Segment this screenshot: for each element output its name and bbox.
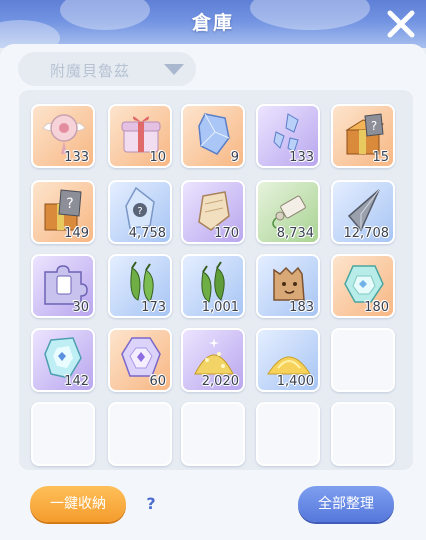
inventory-slot[interactable]: 2,020 [181, 328, 245, 392]
inventory-slot[interactable]: 1,400 [256, 328, 320, 392]
close-button[interactable] [384, 7, 418, 41]
empty-slot[interactable] [256, 402, 320, 466]
inventory-slot[interactable]: 1,001 [181, 254, 245, 318]
inventory-slot[interactable]: 9 [181, 104, 245, 168]
item-count: 30 [72, 300, 89, 315]
item-count: 142 [64, 374, 89, 389]
item-count: 173 [141, 300, 166, 315]
inventory-slot[interactable]: 142 [31, 328, 95, 392]
inventory-slot[interactable]: 60 [108, 328, 172, 392]
inventory-slot[interactable]: ? 15 [331, 104, 395, 168]
item-count: 4,758 [128, 226, 166, 241]
svg-text:?: ? [371, 119, 377, 133]
inventory-slot[interactable]: ? 4,758 [108, 180, 172, 244]
empty-slot[interactable] [108, 402, 172, 466]
item-count: 2,020 [201, 374, 239, 389]
inventory-slot[interactable]: ? 149 [31, 180, 95, 244]
inventory-slot[interactable]: 30 [31, 254, 95, 318]
item-count: 170 [214, 226, 239, 241]
item-count: 183 [289, 300, 314, 315]
page-title: 倉庫 [191, 12, 234, 34]
empty-slot[interactable] [31, 402, 95, 466]
chevron-down-icon [164, 64, 184, 75]
inventory-slot[interactable]: 180 [331, 254, 395, 318]
item-count: 180 [364, 300, 389, 315]
inventory-slot[interactable]: 133 [256, 104, 320, 168]
inventory-slot[interactable]: 183 [256, 254, 320, 318]
inventory-slot[interactable]: 170 [181, 180, 245, 244]
item-count: 15 [372, 150, 389, 165]
item-count: 1,400 [276, 374, 314, 389]
inventory-slot[interactable]: 10 [108, 104, 172, 168]
item-count: 149 [64, 226, 89, 241]
inventory-slot[interactable]: 173 [108, 254, 172, 318]
inventory-grid: 133 10 9 133 ? 15 ? 149 ? 4,758 170 8,73… [19, 90, 413, 470]
category-dropdown[interactable]: 附魔貝魯茲 [18, 52, 196, 86]
inventory-slot[interactable]: 133 [31, 104, 95, 168]
item-count: 9 [230, 150, 239, 165]
svg-text:?: ? [66, 196, 73, 212]
item-count: 133 [64, 150, 89, 165]
item-count: 12,708 [343, 226, 390, 241]
inventory-slot[interactable]: 12,708 [331, 180, 395, 244]
sort-all-button[interactable]: 全部整理 [298, 486, 394, 522]
empty-slot[interactable] [331, 402, 395, 466]
help-icon[interactable]: ? [141, 494, 161, 514]
item-count: 1,001 [201, 300, 239, 315]
item-count: 133 [289, 150, 314, 165]
item-count: 60 [149, 374, 166, 389]
svg-text:?: ? [137, 206, 142, 217]
item-count: 8,734 [276, 226, 314, 241]
store-all-button[interactable]: 一鍵收納 [30, 486, 126, 522]
close-icon [387, 10, 415, 38]
inventory-slot[interactable]: 8,734 [256, 180, 320, 244]
item-count: 10 [149, 150, 166, 165]
dropdown-value: 附魔貝魯茲 [50, 62, 131, 80]
empty-slot[interactable] [181, 402, 245, 466]
empty-slot[interactable] [331, 328, 395, 392]
